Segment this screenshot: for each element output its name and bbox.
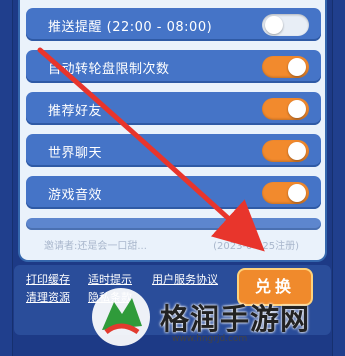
setting-label: 自动转轮盘限制次数: [48, 62, 170, 77]
settings-panel: 推送提醒 (22:00 - 08:00) 自动转轮盘限制次数 推荐好友 世界聊天…: [18, 0, 327, 262]
recommend-friends-toggle[interactable]: [262, 98, 309, 120]
toggle-knob: [265, 16, 283, 34]
watermark-logo-icon: [92, 288, 150, 346]
watermark-url: www.hngrjd.com: [172, 334, 248, 344]
inviter-name: 邀请者:还是会一口甜...: [44, 241, 147, 252]
push-reminder-toggle[interactable]: [262, 14, 309, 36]
auto-wheel-limit-toggle[interactable]: [262, 56, 309, 78]
timely-tips-link[interactable]: 适时提示: [88, 271, 132, 287]
background-right-strip: [332, 0, 345, 356]
setting-row-push-reminder: 推送提醒 (22:00 - 08:00): [26, 8, 321, 41]
setting-label: 推送提醒 (22:00 - 08:00): [48, 20, 213, 35]
print-cache-link[interactable]: 打印缓存: [26, 271, 70, 287]
setting-row-auto-wheel-limit: 自动转轮盘限制次数: [26, 50, 321, 83]
setting-row-world-chat: 世界聊天: [26, 134, 321, 167]
user-agreement-link[interactable]: 用户服务协议: [152, 271, 218, 287]
clear-resources-link[interactable]: 清理资源: [26, 289, 70, 305]
register-date: (2023-04-25注册): [213, 241, 299, 252]
watermark-brand: 格润手游网: [160, 302, 311, 336]
inviter-info: 邀请者:还是会一口甜... (2023-04-25注册): [26, 234, 321, 254]
setting-label: 推荐好友: [48, 104, 103, 119]
background-left-strip: [0, 0, 13, 356]
setting-label: 游戏音效: [48, 188, 103, 203]
toggle-knob: [288, 142, 306, 160]
world-chat-toggle[interactable]: [262, 140, 309, 162]
toggle-knob: [288, 100, 306, 118]
toggle-knob: [288, 184, 306, 202]
toggle-knob: [288, 58, 306, 76]
setting-label: 世界聊天: [48, 146, 103, 161]
setting-row-game-sound: 游戏音效: [26, 176, 321, 209]
game-sound-toggle[interactable]: [262, 182, 309, 204]
setting-row-partial: [26, 218, 321, 230]
setting-row-recommend-friends: 推荐好友: [26, 92, 321, 125]
